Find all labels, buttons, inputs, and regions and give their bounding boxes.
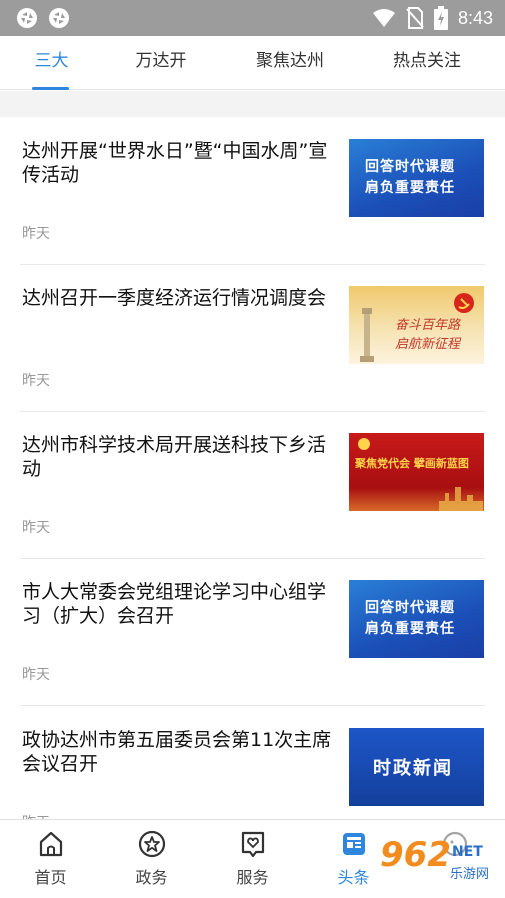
- article-thumbnail: 时政新闻: [349, 728, 484, 806]
- article-thumbnail: 聚焦党代会 擘画新蓝图: [349, 433, 484, 511]
- nav-label: 政务: [135, 868, 168, 887]
- nav-government[interactable]: 政务: [101, 820, 202, 898]
- article-time: 昨天: [22, 373, 50, 389]
- article-thumbnail: 奋斗百年路 启航新征程: [349, 286, 484, 364]
- banner-spacer: [0, 91, 505, 117]
- tab-sanda[interactable]: 三大: [14, 36, 89, 90]
- skyline-icon: [439, 487, 483, 511]
- article-title: 达州市科学技术局开展送科技下乡活动: [22, 434, 327, 480]
- monument-icon: [360, 308, 374, 362]
- heart-box-icon: [241, 831, 264, 858]
- list-item[interactable]: 市人大常委会党组理论学习中心组学习（扩大）会召开 昨天 回答时代课题 肩负重要责…: [0, 558, 505, 706]
- svg-text:NET: NET: [452, 844, 483, 860]
- nav-label: 服务: [236, 868, 269, 887]
- article-title: 政协达州市第五届委员会第11次主席会议召开: [22, 729, 332, 775]
- site-watermark-logo: 962 NET 乐游网: [375, 829, 499, 889]
- article-time: 昨天: [22, 226, 50, 242]
- tab-jujiao-dazhou[interactable]: 聚焦达州: [240, 36, 340, 90]
- thumbnail-caption: 肩负重要责任: [365, 180, 455, 196]
- svg-text:乐游网: 乐游网: [450, 867, 489, 882]
- nav-home[interactable]: 首页: [0, 820, 101, 898]
- nav-label: 首页: [34, 868, 67, 887]
- article-thumbnail: 回答时代课题 肩负重要责任: [349, 580, 484, 658]
- app-icon: [49, 8, 69, 28]
- active-tab-indicator: [32, 87, 69, 90]
- article-title: 达州开展“世界水日”暨“中国水周”宣传活动: [22, 140, 328, 186]
- thumbnail-caption: 聚焦党代会 擘画新蓝图: [355, 457, 469, 470]
- category-tabs: 三大 万达开 聚焦达州 热点关注: [0, 36, 505, 90]
- article-title: 达州召开一季度经济运行情况调度会: [22, 287, 327, 309]
- thumbnail-caption: 时政新闻: [373, 758, 453, 779]
- star-badge-icon: [138, 830, 165, 858]
- home-icon: [39, 831, 62, 857]
- wifi-icon: [372, 9, 395, 27]
- list-item[interactable]: 达州召开一季度经济运行情况调度会 昨天 奋斗百年路 启航新征程: [0, 264, 505, 412]
- svg-text:962: 962: [380, 835, 451, 875]
- battery-icon: [433, 6, 448, 30]
- no-sim-icon: [406, 7, 424, 29]
- thumbnail-caption: 回答时代课题: [365, 159, 455, 175]
- thumbnail-caption: 启航新征程: [395, 337, 461, 352]
- thumbnail-caption: 回答时代课题: [365, 600, 455, 616]
- thumbnail-caption: 奋斗百年路: [395, 318, 461, 333]
- thumbnail-caption: 肩负重要责任: [365, 621, 455, 637]
- status-time: 8:43: [457, 7, 493, 28]
- status-bar: 8:43: [0, 0, 505, 36]
- article-thumbnail: 回答时代课题 肩负重要责任: [349, 139, 484, 217]
- article-title: 市人大常委会党组理论学习中心组学习（扩大）会召开: [22, 581, 327, 627]
- party-emblem-icon: [358, 438, 370, 450]
- list-item[interactable]: 达州市科学技术局开展送科技下乡活动 昨天 聚焦党代会 擘画新蓝图: [0, 411, 505, 559]
- article-time: 昨天: [22, 520, 50, 536]
- app-icon: [17, 8, 37, 28]
- tab-wandakai[interactable]: 万达开: [118, 36, 204, 90]
- article-time: 昨天: [22, 667, 50, 683]
- news-icon: [342, 833, 365, 855]
- party-emblem-icon: [454, 293, 474, 313]
- list-item[interactable]: 达州开展“世界水日”暨“中国水周”宣传活动 昨天 回答时代课题 肩负重要责任: [0, 117, 505, 265]
- tab-redian-guanzhu[interactable]: 热点关注: [377, 36, 477, 90]
- nav-services[interactable]: 服务: [202, 820, 303, 898]
